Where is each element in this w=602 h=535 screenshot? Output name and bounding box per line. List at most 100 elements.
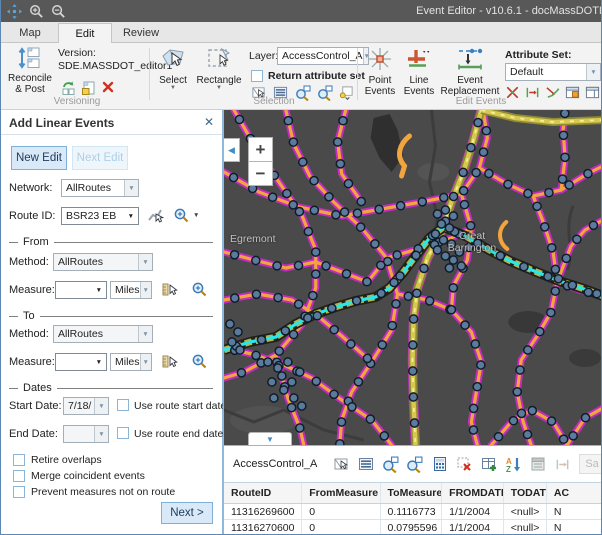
table-list-icon[interactable] xyxy=(357,455,375,473)
select-route-on-map-icon[interactable] xyxy=(147,207,164,224)
from-measure-caret: ▼ xyxy=(92,287,106,294)
attributes-window-icon[interactable] xyxy=(565,85,582,102)
to-units-combo[interactable]: Miles ▼ xyxy=(110,353,152,371)
from-units-caret: ▼ xyxy=(140,282,151,298)
from-measure-combo[interactable]: ▼ xyxy=(55,281,107,299)
end-date-caret: ▼ xyxy=(94,426,108,442)
return-attribute-label: Return attribute set xyxy=(268,70,365,82)
events-table-panel: AccessControl_A AZ xyxy=(223,445,602,535)
refresh-version-icon[interactable] xyxy=(61,80,78,97)
delete-version-icon[interactable] xyxy=(101,80,118,97)
edit-events-group-label: Edit Events xyxy=(431,96,531,107)
zoom-out-tool-icon[interactable] xyxy=(50,3,67,20)
tab-map[interactable]: Map xyxy=(7,23,53,43)
panel-header: Add Linear Events ✕ xyxy=(1,110,222,135)
reconcile-post-button[interactable]: Reconcile & Post xyxy=(5,46,55,95)
retire-overlaps-label: Retire overlaps xyxy=(31,454,102,466)
tab-review[interactable]: Review xyxy=(113,23,169,43)
table-form-view-icon[interactable] xyxy=(529,455,547,473)
use-route-start-checkbox[interactable] xyxy=(117,399,129,411)
table-row[interactable]: 1131626960000.11167731/1/2004<null>N xyxy=(224,504,602,520)
map-zoom-in-button[interactable]: + xyxy=(248,137,273,162)
table-clear-selection-icon[interactable] xyxy=(455,455,473,473)
window-title: Event Editor - v10.6.1 - docMassDOTI xyxy=(416,5,602,17)
end-date-combo[interactable]: ▼ xyxy=(63,425,109,443)
table-cell: 0.1116773 xyxy=(381,504,443,519)
event-replacement-button[interactable]: Event Replacement xyxy=(439,46,501,97)
layer-combo[interactable]: AccessControl_A ▼ xyxy=(277,47,369,65)
event-replacement-label: Event Replacement xyxy=(439,75,501,97)
panel-close-icon[interactable]: ✕ xyxy=(204,115,214,129)
column-header[interactable]: ToMeasure xyxy=(381,483,443,503)
clear-selection-icon[interactable] xyxy=(339,85,356,102)
column-header[interactable]: AC xyxy=(547,483,602,503)
attribute-set-combo[interactable]: Default ▼ xyxy=(505,63,601,81)
from-method-combo[interactable]: AllRoutes ▼ xyxy=(53,253,153,271)
use-route-end-label: Use route end date xyxy=(134,428,223,440)
to-measure-zoom-icon[interactable] xyxy=(191,353,208,370)
to-measure-pick-icon[interactable] xyxy=(161,353,178,370)
route-id-combo[interactable]: BSR23 EB ▼ xyxy=(61,207,139,225)
event-replacement-icon xyxy=(455,46,485,75)
start-date-label: Start Date: xyxy=(9,400,62,412)
table-calculate-icon[interactable] xyxy=(431,455,449,473)
new-edit-button[interactable]: New Edit xyxy=(11,146,67,170)
from-units-combo[interactable]: Miles ▼ xyxy=(110,281,152,299)
select-button[interactable]: Select ▼ xyxy=(153,46,193,91)
line-events-button[interactable]: Line Events xyxy=(401,46,437,97)
rectangle-button[interactable]: Rectangle ▼ xyxy=(194,46,244,91)
table-cell: <null> xyxy=(504,504,547,519)
collapse-table-button[interactable]: ▼ xyxy=(248,432,292,445)
point-events-button[interactable]: Point Events xyxy=(361,46,399,97)
column-header[interactable]: TODATE xyxy=(504,483,547,503)
reconcile-icon xyxy=(18,46,42,73)
select-dropdown-caret: ▼ xyxy=(170,86,176,91)
use-route-end-checkbox[interactable] xyxy=(117,427,129,439)
layer-label: Layer: xyxy=(249,50,278,62)
retire-overlaps-checkbox[interactable] xyxy=(13,454,25,466)
to-method-value: AllRoutes xyxy=(58,328,103,340)
start-date-caret: ▼ xyxy=(94,398,108,414)
to-measure-combo[interactable]: ▼ xyxy=(55,353,107,371)
table-zoom-to-selected-icon[interactable] xyxy=(382,455,400,473)
start-date-combo[interactable]: 7/18/ ▼ xyxy=(63,397,109,415)
table-pan-to-selected-icon[interactable] xyxy=(406,455,424,473)
return-attribute-checkbox[interactable] xyxy=(251,70,263,82)
table-insert-measure-icon-disabled xyxy=(554,455,572,473)
merge-coincident-checkbox[interactable] xyxy=(13,470,25,482)
new-version-icon[interactable] xyxy=(81,80,98,97)
attribute-set-value: Default xyxy=(510,66,543,78)
table-cell: 0.0795596 xyxy=(381,520,443,535)
collapse-panel-button[interactable]: ◀ xyxy=(224,138,240,162)
route-zoom-icon[interactable] xyxy=(173,207,190,224)
from-measure-pick-icon[interactable] xyxy=(161,281,178,298)
network-combo[interactable]: AllRoutes ▼ xyxy=(61,179,139,197)
column-header[interactable]: FromMeasure xyxy=(302,483,380,503)
map-zoom-out-button[interactable]: − xyxy=(248,161,273,186)
table-sort-icon[interactable]: AZ xyxy=(505,455,523,473)
next-button[interactable]: Next > xyxy=(161,502,213,524)
pan-icon[interactable] xyxy=(6,3,23,20)
map-canvas[interactable] xyxy=(224,110,602,445)
tab-edit[interactable]: Edit xyxy=(58,23,112,44)
zoom-in-tool-icon[interactable] xyxy=(28,3,45,20)
table-header-row: RouteIDFromMeasureToMeasureFROMDATETODAT… xyxy=(224,483,602,504)
prevent-measures-checkbox[interactable] xyxy=(13,486,25,498)
merge-events-icon[interactable] xyxy=(545,85,562,102)
events-panel-icon[interactable] xyxy=(585,85,602,102)
table-select-polygon-icon[interactable] xyxy=(332,455,350,473)
map-view[interactable]: Egremont Great Barrington ◀ + − ▼ xyxy=(223,110,602,445)
title-bar: Event Editor - v10.6.1 - docMassDOTI xyxy=(1,0,602,22)
end-date-label: End Date: xyxy=(9,428,58,440)
next-edit-button[interactable]: Next Edit xyxy=(72,146,128,170)
from-measure-zoom-icon[interactable] xyxy=(191,281,208,298)
column-header[interactable]: FROMDATE xyxy=(442,483,504,503)
column-header[interactable]: RouteID xyxy=(224,483,302,503)
to-units-caret: ▼ xyxy=(140,354,151,370)
to-method-combo[interactable]: AllRoutes ▼ xyxy=(53,325,153,343)
table-add-record-icon[interactable] xyxy=(480,455,498,473)
table-row[interactable]: 1131627060000.07955961/1/2004<null>N xyxy=(224,520,602,535)
route-zoom-caret[interactable]: ▼ xyxy=(193,212,199,219)
from-units-value: Miles xyxy=(115,284,140,296)
pan-to-selection-icon[interactable] xyxy=(317,85,334,102)
